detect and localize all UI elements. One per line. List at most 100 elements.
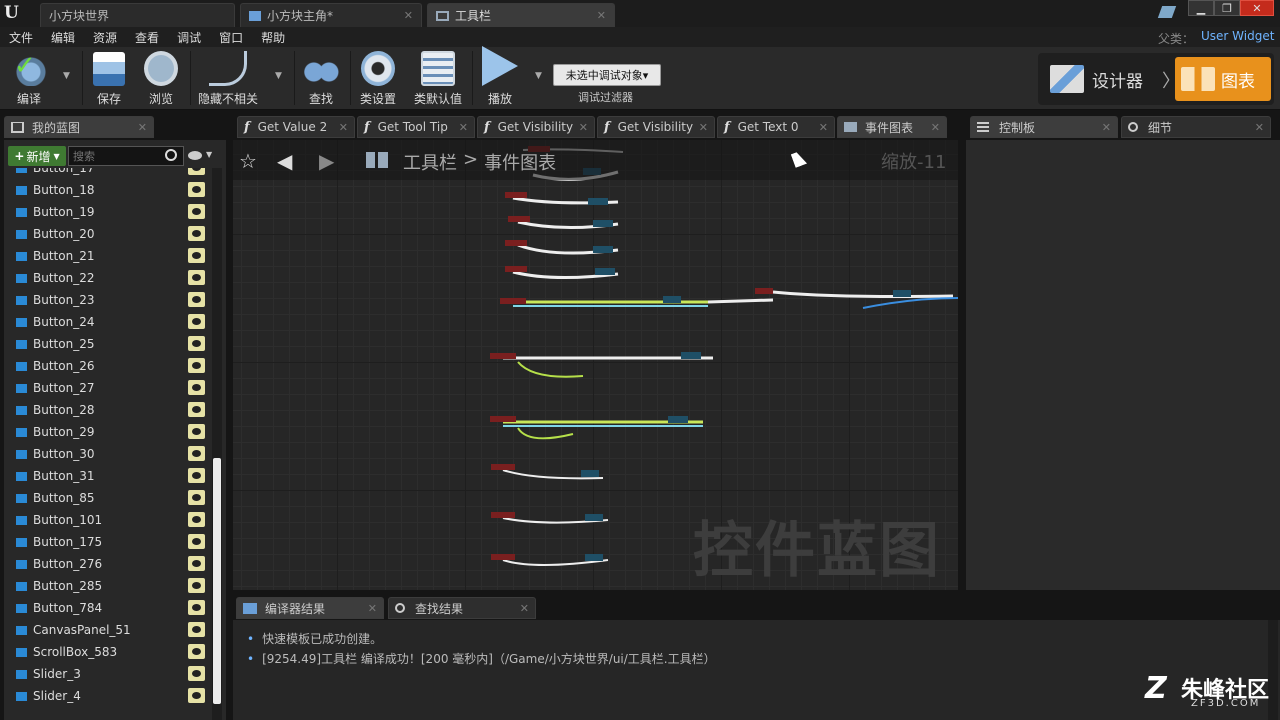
maximize-button[interactable]: ❐ <box>1214 0 1240 16</box>
event-graph-canvas[interactable]: ☆ ◀ ▶ 工具栏 > 事件图表 缩放-11 控件蓝图 <box>233 140 958 590</box>
add-new-button[interactable]: + 新增 ▼ <box>8 146 66 166</box>
menu-edit[interactable]: 编辑 <box>42 29 84 46</box>
forward-arrow-icon[interactable]: ▶ <box>319 149 334 173</box>
compile-options-chevron-icon[interactable]: ▼ <box>63 71 70 81</box>
visibility-eye-icon[interactable] <box>188 600 205 615</box>
play-options-chevron-icon[interactable]: ▼ <box>535 71 542 81</box>
visibility-eye-icon[interactable] <box>188 380 205 395</box>
close-icon[interactable]: ✕ <box>404 9 413 22</box>
visibility-eye-icon[interactable] <box>188 402 205 417</box>
window-tab-hero[interactable]: 小方块主角* ✕ <box>240 3 422 27</box>
eye-icon[interactable] <box>188 151 202 160</box>
visibility-eye-icon[interactable] <box>188 314 205 329</box>
list-item[interactable]: Button_24 <box>4 311 212 333</box>
find-button[interactable]: 查找 <box>300 51 342 107</box>
compile-button[interactable]: ✓ 编译 <box>4 51 54 107</box>
details-tab[interactable]: 细节 ✕ <box>1121 116 1271 138</box>
visibility-eye-icon[interactable] <box>188 226 205 241</box>
list-item[interactable]: Button_19 <box>4 201 212 223</box>
visibility-eye-icon[interactable] <box>188 336 205 351</box>
graph-tab[interactable]: f Get Tool Tip ✕ <box>357 116 475 138</box>
list-item[interactable]: Button_23 <box>4 289 212 311</box>
list-item[interactable]: ScrollBox_583 <box>4 641 212 663</box>
close-icon[interactable]: ✕ <box>699 121 708 134</box>
hide-options-chevron-icon[interactable]: ▼ <box>275 71 282 81</box>
list-item[interactable]: Button_28 <box>4 399 212 421</box>
palette-tab[interactable]: 控制板 ✕ <box>970 116 1118 138</box>
compiler-results-tab[interactable]: 编译器结果 ✕ <box>236 597 384 619</box>
close-icon[interactable]: ✕ <box>1255 121 1264 134</box>
visibility-eye-icon[interactable] <box>188 358 205 373</box>
list-item[interactable]: Button_18 <box>4 179 212 201</box>
visibility-eye-icon[interactable] <box>188 534 205 549</box>
view-options-chevron-icon[interactable]: ▼ <box>206 150 212 159</box>
visibility-eye-icon[interactable] <box>188 468 205 483</box>
visibility-eye-icon[interactable] <box>188 270 205 285</box>
visibility-eye-icon[interactable] <box>188 168 205 175</box>
visibility-eye-icon[interactable] <box>188 688 205 703</box>
list-item[interactable]: Button_21 <box>4 245 212 267</box>
list-item[interactable]: Button_175 <box>4 531 212 553</box>
minimize-button[interactable]: ▁ <box>1188 0 1214 16</box>
close-icon[interactable]: ✕ <box>1102 121 1111 134</box>
visibility-eye-icon[interactable] <box>188 248 205 263</box>
my-blueprint-tab[interactable]: 我的蓝图 ✕ <box>4 116 154 138</box>
list-item[interactable]: Button_20 <box>4 223 212 245</box>
list-item[interactable]: Button_85 <box>4 487 212 509</box>
close-icon[interactable]: ✕ <box>368 602 377 615</box>
menu-help[interactable]: 帮助 <box>252 29 294 46</box>
scrollbar-thumb[interactable] <box>213 458 221 704</box>
favorite-star-icon[interactable]: ☆ <box>239 149 257 173</box>
log-scrollbar[interactable] <box>1268 620 1278 720</box>
graph-tab[interactable]: f Get Visibility ✕ <box>597 116 715 138</box>
close-window-button[interactable]: ✕ <box>1240 0 1274 16</box>
visibility-eye-icon[interactable] <box>188 182 205 197</box>
find-results-tab[interactable]: 查找结果 ✕ <box>388 597 536 619</box>
list-item[interactable]: Button_27 <box>4 377 212 399</box>
class-defaults-button[interactable]: 类默认值 <box>410 51 466 107</box>
list-item[interactable]: CanvasPanel_51 <box>4 619 212 641</box>
visibility-eye-icon[interactable] <box>188 490 205 505</box>
list-item[interactable]: Button_276 <box>4 553 212 575</box>
visibility-eye-icon[interactable] <box>188 292 205 307</box>
graph-tab[interactable]: f Get Value 2 ✕ <box>237 116 355 138</box>
close-icon[interactable]: ✕ <box>138 121 147 134</box>
close-icon[interactable]: ✕ <box>597 9 606 22</box>
menu-asset[interactable]: 资源 <box>84 29 126 46</box>
close-icon[interactable]: ✕ <box>339 121 348 134</box>
close-icon[interactable]: ✕ <box>819 121 828 134</box>
menu-file[interactable]: 文件 <box>0 29 42 46</box>
menu-window[interactable]: 窗口 <box>210 29 252 46</box>
breadcrumb-toolbar[interactable]: 工具栏 <box>403 149 457 175</box>
list-item[interactable]: Button_784 <box>4 597 212 619</box>
list-item[interactable]: Button_26 <box>4 355 212 377</box>
list-item[interactable]: Slider_4 <box>4 685 212 707</box>
list-item[interactable]: Button_31 <box>4 465 212 487</box>
parent-class-link[interactable]: User Widget <box>1201 29 1274 43</box>
save-button[interactable]: 保存 <box>88 51 130 107</box>
visibility-eye-icon[interactable] <box>188 644 205 659</box>
menu-debug[interactable]: 调试 <box>168 29 210 46</box>
menu-view[interactable]: 查看 <box>126 29 168 46</box>
list-item[interactable]: Button_30 <box>4 443 212 465</box>
list-item[interactable]: Button_22 <box>4 267 212 289</box>
graph-tab[interactable]: f Get Visibility ✕ <box>477 116 595 138</box>
list-item[interactable]: Button_17 <box>4 168 212 179</box>
list-item[interactable]: Button_29 <box>4 421 212 443</box>
close-icon[interactable]: ✕ <box>459 121 468 134</box>
visibility-eye-icon[interactable] <box>188 622 205 637</box>
graph-tab[interactable]: 事件图表 ✕ <box>837 116 947 138</box>
window-tab-toolbar[interactable]: 工具栏 ✕ <box>427 3 615 27</box>
browse-button[interactable]: 浏览 <box>138 51 184 107</box>
back-arrow-icon[interactable]: ◀ <box>277 149 292 173</box>
play-button[interactable]: 播放 <box>476 46 524 107</box>
unreal-logo-icon[interactable]: U <box>4 3 26 23</box>
list-item[interactable]: Button_101 <box>4 509 212 531</box>
visibility-eye-icon[interactable] <box>188 424 205 439</box>
graph-tab[interactable]: f Get Text 0 ✕ <box>717 116 835 138</box>
visibility-eye-icon[interactable] <box>188 512 205 527</box>
window-tab-world[interactable]: 小方块世界 <box>40 3 235 27</box>
hide-unrelated-button[interactable]: 隐藏不相关 <box>196 51 260 107</box>
debug-object-select[interactable]: 未选中调试对象▾ <box>553 64 661 86</box>
search-icon[interactable] <box>165 149 177 161</box>
